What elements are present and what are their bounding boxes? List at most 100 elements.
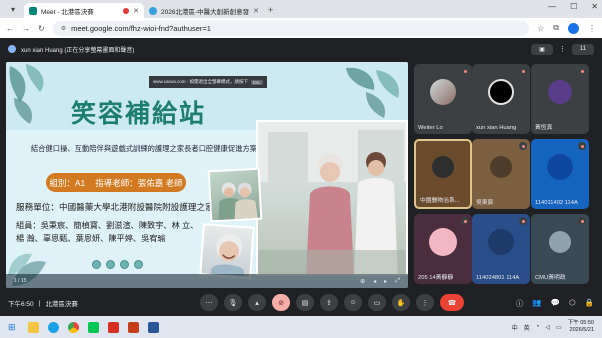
camera-options-button[interactable]: ▴ [248, 294, 266, 311]
edge-icon[interactable] [47, 321, 59, 333]
bookmark-star-icon[interactable]: ☆ [537, 24, 544, 33]
members-line-1: 組員：吳秉宸、簡楨寶、劉滋渲、陳致宇、林 立、 [16, 221, 199, 230]
new-tab-button[interactable]: + [268, 5, 273, 15]
participant-tile[interactable]: 中國醫物治系... [414, 139, 472, 209]
group-label: 組別：A1 [49, 177, 86, 188]
present-button[interactable]: ⇪ [320, 294, 338, 311]
participant-tile[interactable]: Weiter Lo [414, 64, 472, 134]
start-icon[interactable]: ⊞ [8, 322, 16, 333]
extensions-icon[interactable]: ⧉ [553, 23, 559, 33]
wifi-icon[interactable]: ◔ [536, 324, 540, 330]
word-icon[interactable] [147, 321, 159, 333]
participant-tile[interactable]: 114024801 114A [472, 214, 530, 284]
dot [92, 260, 101, 269]
dot [106, 260, 115, 269]
activities-icon[interactable]: ⬡ [569, 298, 576, 309]
shared-slide: www.canva.com - 如需退出全螢幕模式，請按下 Esc 笑容補給站 … [6, 62, 408, 288]
chrome-icon[interactable] [67, 321, 79, 333]
participant-name: 吳東宸 [476, 200, 494, 206]
menu-icon[interactable]: ⋮ [588, 24, 596, 33]
meeting-info: 下午6:50 | 北港區決賽 [8, 298, 78, 309]
raise-hand-button[interactable]: ✋ [392, 294, 410, 311]
tab-search-icon[interactable]: ▾ [6, 3, 20, 15]
participant-tile[interactable]: xun xian Huang [472, 64, 530, 134]
participant-name: CMU黃明政 [535, 275, 566, 281]
participant-name: 114024801 114A [476, 275, 520, 281]
muted-mic-icon [461, 67, 469, 75]
elderly-couple-photo [207, 167, 263, 223]
members-line-2: 楊 瀚、辜恩甄、葉恩妍、陳平婷、吳宥瑜 [16, 234, 166, 243]
file-explorer-icon[interactable] [27, 321, 39, 333]
clock[interactable]: 下午 05:50 2026/5/21 [568, 320, 594, 334]
elderly-caregiver-photo [256, 120, 408, 276]
participant-tile[interactable]: 205 14黃靜靜 [414, 214, 472, 284]
window-controls: — ☐ ✕ [548, 2, 598, 11]
line-icon[interactable] [87, 321, 99, 333]
more-options-icon[interactable]: ⋮ [559, 45, 566, 53]
more-options-button[interactable]: ⋮ [416, 294, 434, 311]
close-window-icon[interactable]: ✕ [591, 2, 598, 11]
people-icon[interactable]: 👥 [532, 298, 541, 309]
prev-slide-icon[interactable]: ◂ [373, 278, 376, 285]
profile-avatar[interactable] [568, 22, 579, 34]
minimize-icon[interactable]: — [548, 2, 556, 11]
page-counter: 1 / 15 [14, 278, 27, 284]
captions-button[interactable]: ▤ [296, 294, 314, 311]
participant-tile[interactable]: 114011402 114A [531, 139, 589, 209]
participant-avatar [488, 229, 514, 255]
fullscreen-icon[interactable]: ⤢ [395, 278, 400, 285]
camera-off-button[interactable]: ⊘ [272, 294, 290, 311]
tab-title: 2026北港區-中醫大創新創意發表會 [161, 8, 250, 16]
slide-title: 笑容補給站 [71, 99, 207, 128]
toolbar-icons: ☆ ⧉ ⋮ [537, 22, 596, 34]
acrobat-icon[interactable] [107, 321, 119, 333]
input-lang-1[interactable]: 中 [512, 323, 518, 332]
participant-avatar [488, 79, 514, 105]
close-tab-icon[interactable]: ✕ [253, 7, 259, 15]
slide-footer-bar: 1 / 15 ⊕ ◂ ▸ ⤢ [6, 274, 408, 288]
system-tray: 中 英 ◔ ◁ ▭ 下午 05:50 2026/5/21 [512, 320, 594, 334]
site-info-icon[interactable]: ⚙ [61, 25, 66, 32]
forward-icon[interactable]: → [22, 24, 30, 33]
participant-tile[interactable]: CMU黃明政 [531, 214, 589, 284]
meet-top-right: ▣ ⋮ 11 [531, 43, 594, 55]
slide-controls: ⊕ ◂ ▸ ⤢ [360, 278, 400, 285]
tab-presentation[interactable]: 2026北港區-中醫大創新創意發表會 ✕ [144, 3, 264, 18]
layout-icon[interactable]: ▣ [531, 43, 553, 55]
participant-name: 114011402 114A [535, 200, 578, 206]
input-lang-2[interactable]: 英 [524, 323, 530, 332]
volume-icon[interactable]: ◁ [545, 324, 550, 331]
back-icon[interactable]: ← [6, 24, 14, 33]
maximize-icon[interactable]: ☐ [570, 2, 577, 11]
microphone-button[interactable]: 🎙 [224, 294, 242, 311]
close-tab-icon[interactable]: ✕ [133, 7, 139, 15]
muted-mic-icon [461, 217, 469, 225]
tab-title: Meet - 北港區決賽 [41, 8, 94, 16]
zoom-icon[interactable]: ⊕ [360, 278, 365, 285]
address-bar: ← → ↻ ⚙ meet.google.com/fhz-wioi-fnd?aut… [0, 18, 602, 38]
participant-avatar [548, 80, 572, 104]
participant-name: 黃恆真 [535, 125, 553, 131]
chat-icon[interactable]: 💬 [551, 298, 560, 309]
muted-mic-icon [519, 67, 527, 75]
tab-meet[interactable]: Meet - 北港區決賽 ✕ [24, 3, 144, 18]
presenter-avatar [8, 45, 16, 53]
participant-count-badge[interactable]: 11 [572, 43, 594, 55]
reload-icon[interactable]: ↻ [38, 24, 45, 33]
toast-text: www.canva.com - 如需退出全螢幕模式，請按下 [153, 79, 249, 84]
meet-side-controls: ⓘ 👥 💬 ⬡ 🔒 [516, 298, 594, 309]
next-slide-icon[interactable]: ▸ [384, 278, 387, 285]
battery-icon[interactable]: ▭ [556, 324, 562, 331]
emoji-button[interactable]: ☺ [344, 294, 362, 311]
participant-tile[interactable]: 黃恆真 [531, 64, 589, 134]
host-controls-icon[interactable]: 🔒 [585, 298, 594, 309]
leaf-decoration-left [9, 64, 44, 124]
meeting-separator: | [38, 299, 41, 307]
powerpoint-icon[interactable] [127, 321, 139, 333]
participant-tile[interactable]: 吳東宸 [472, 139, 530, 209]
leave-call-button[interactable]: ☎ [440, 294, 464, 311]
url-field[interactable]: ⚙ meet.google.com/fhz-wioi-fnd?authuser=… [52, 20, 530, 36]
share-screen-button[interactable]: ▭ [368, 294, 386, 311]
meeting-details-icon[interactable]: ⓘ [516, 298, 524, 309]
more-audio-options-button[interactable]: ⋯ [200, 294, 218, 311]
